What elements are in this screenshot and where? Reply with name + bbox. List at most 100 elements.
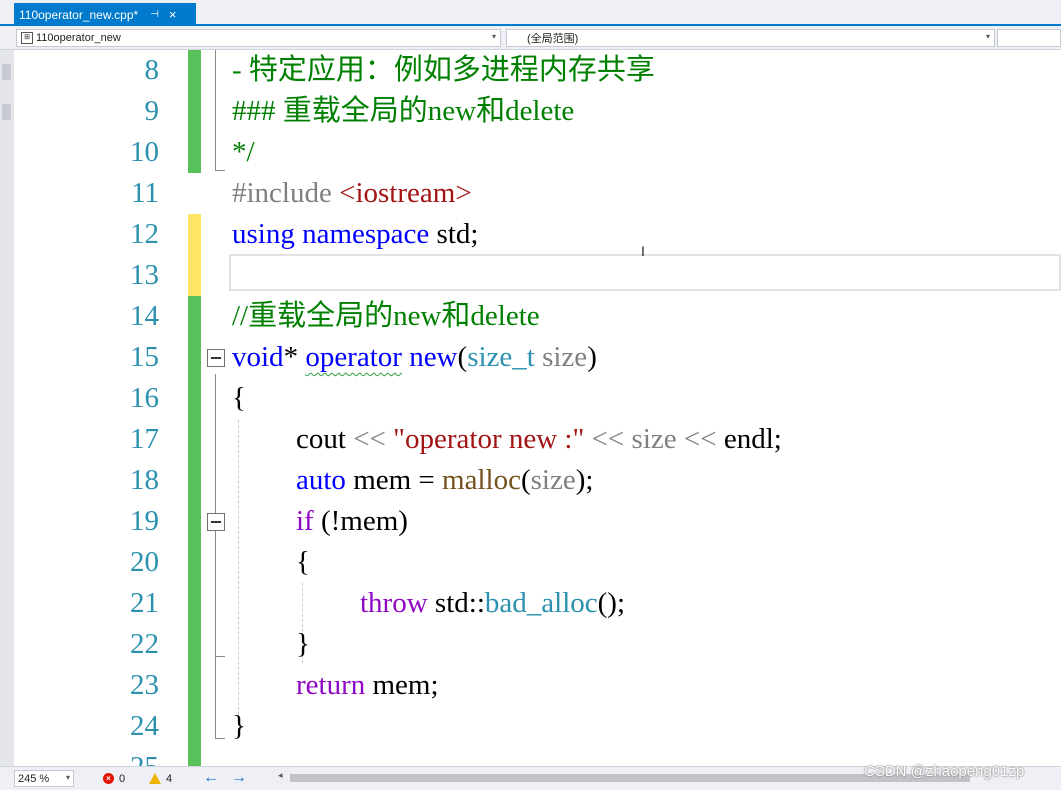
line-number: 23 — [130, 669, 159, 701]
change-marker-unsaved — [188, 255, 201, 296]
code-line: 8 - 特定应用：例如多进程内存共享 — [14, 50, 1061, 91]
code-line: 15 void* operator new(size_t size) — [14, 337, 1061, 378]
line-number: 25 — [64, 747, 159, 766]
code-line: 13 — [14, 255, 1061, 296]
code-editor[interactable]: I 8 - 特定应用：例如多进程内存共享 9 ### 重载全局的new和dele… — [14, 50, 1061, 766]
punctuation: (); — [597, 587, 625, 619]
navigate-back-icon[interactable]: ← — [203, 767, 219, 789]
code-text: } — [232, 710, 246, 742]
code-text: auto mem = malloc(size); — [296, 460, 593, 501]
code-line: 11 #include <iostream> — [14, 173, 1061, 214]
code-line: 16 { — [14, 378, 1061, 419]
keyword: if — [296, 505, 314, 537]
change-marker-saved — [188, 501, 201, 542]
code-line: 14 //重载全局的new和delete — [14, 296, 1061, 337]
code-text: if (!mem) — [296, 501, 408, 542]
project-dropdown[interactable]: ⊞ 110operator_new ▾ — [16, 29, 501, 47]
function-name: malloc — [442, 464, 521, 496]
error-count[interactable]: × 0 — [103, 770, 125, 787]
left-tool-strip — [0, 50, 15, 766]
line-number: 14 — [130, 300, 159, 332]
line-number: 11 — [131, 177, 159, 209]
line-number: 22 — [130, 628, 159, 660]
identifier: (!mem) — [313, 505, 408, 537]
chevron-down-icon: ▾ — [491, 32, 496, 41]
change-marker-saved — [188, 296, 201, 337]
code-text: */ — [232, 136, 255, 168]
change-marker-saved — [188, 91, 201, 132]
change-marker-saved — [188, 50, 201, 91]
code-line: 18 auto mem = malloc(size); — [14, 460, 1061, 501]
line-number: 19 — [130, 505, 159, 537]
identifier: cout — [296, 423, 354, 455]
zoom-level: 245 % — [18, 772, 50, 785]
keyword: operator — [305, 341, 402, 373]
tool-window-tab[interactable] — [2, 64, 11, 80]
preprocessor-directive: #include — [232, 177, 332, 209]
project-name: 110operator_new — [36, 32, 121, 44]
change-marker-saved — [188, 337, 201, 378]
watermark: CSDN @zhaopeng01zp — [864, 763, 1025, 780]
punctuation: ( — [457, 341, 468, 373]
include-path: <iostream> — [339, 177, 472, 209]
change-marker-saved — [188, 460, 201, 501]
operator: << — [353, 423, 386, 455]
parameter: size — [624, 423, 684, 455]
keyword: throw — [360, 587, 428, 619]
code-line: 17 cout << "operator new :" << size << e… — [14, 419, 1061, 460]
change-marker-saved — [188, 583, 201, 624]
punctuation: ); — [575, 464, 594, 496]
keyword: return — [296, 669, 366, 701]
code-line: 22 } — [14, 624, 1061, 665]
code-text: //重载全局的new和delete — [232, 300, 540, 332]
zoom-dropdown[interactable]: 245 % ▾ — [14, 770, 74, 787]
code-line: 24 } — [14, 706, 1061, 747]
close-tab-icon[interactable]: × — [169, 7, 177, 22]
string-literal: "operator new :" — [393, 423, 585, 455]
line-number: 17 — [130, 423, 159, 455]
type-name: size_t — [467, 341, 535, 373]
scope-dropdown[interactable]: (全局范围) ▾ — [506, 29, 995, 47]
warning-count[interactable]: 4 — [149, 770, 172, 787]
punctuation: ) — [587, 341, 597, 373]
code-line: 21 throw std::bad_alloc(); — [14, 583, 1061, 624]
code-text: } — [296, 628, 310, 660]
code-line: 23 return mem; — [14, 665, 1061, 706]
code-line: 10 */ — [14, 132, 1061, 173]
punctuation: ( — [520, 464, 531, 496]
member-dropdown[interactable] — [997, 29, 1061, 47]
code-line: 12 using namespace std; — [14, 214, 1061, 255]
code-text: return mem; — [296, 665, 439, 706]
identifier: mem = — [345, 464, 443, 496]
line-number: 21 — [130, 587, 159, 619]
code-text: void* operator new(size_t size) — [232, 337, 597, 378]
identifier: std:: — [427, 587, 485, 619]
code-text: { — [232, 382, 246, 414]
line-number: 24 — [130, 710, 159, 742]
code-text: ### 重载全局的new和delete — [232, 95, 575, 127]
line-number: 18 — [130, 464, 159, 496]
pin-icon[interactable]: ⊣ — [150, 9, 159, 20]
navigate-forward-icon[interactable]: → — [231, 767, 247, 789]
document-tab[interactable]: 110operator_new.cpp* ⊣ × — [14, 3, 196, 26]
error-icon: × — [103, 773, 114, 784]
error-count-value: 0 — [119, 772, 126, 785]
keyword: void — [232, 341, 284, 373]
scope-name: (全局范围) — [527, 33, 579, 45]
code-line: 9 ### 重载全局的new和delete — [14, 91, 1061, 132]
code-text: cout << "operator new :" << size << endl… — [296, 419, 782, 460]
collapse-icon[interactable] — [207, 513, 225, 531]
collapse-icon[interactable] — [207, 349, 225, 367]
keyword: auto — [296, 464, 346, 496]
scroll-left-icon[interactable]: ◂ — [278, 770, 283, 781]
operator: << — [591, 423, 625, 455]
code-line: 19 if (!mem) — [14, 501, 1061, 542]
code-text: - 特定应用：例如多进程内存共享 — [232, 54, 655, 86]
tool-window-tab[interactable] — [2, 104, 11, 120]
change-marker-saved — [188, 747, 201, 766]
chevron-down-icon: ▾ — [985, 32, 990, 41]
navigation-bar: ⊞ 110operator_new ▾ (全局范围) ▾ — [0, 26, 1061, 50]
line-number: 9 — [144, 95, 160, 127]
change-marker-unsaved — [188, 214, 201, 255]
change-marker-saved — [188, 542, 201, 583]
